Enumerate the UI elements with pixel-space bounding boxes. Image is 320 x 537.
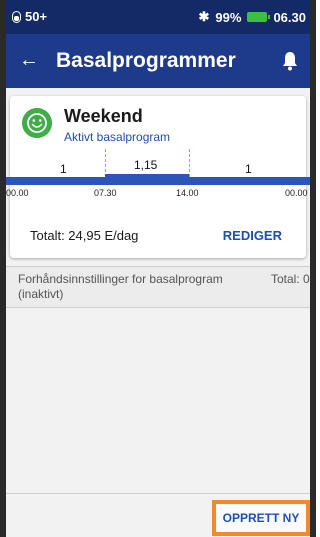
presets-section: Forhåndsinnstillinger for basalprogram T… <box>6 266 310 308</box>
page-title: Basalprogrammer <box>56 49 236 72</box>
app-bar: ← Basalprogrammer <box>6 34 310 88</box>
clock: 06.30 <box>273 9 306 25</box>
empty-area <box>6 308 310 494</box>
basal-rate-bar-high <box>105 174 189 185</box>
arrow-left-icon[interactable]: ← <box>16 48 42 72</box>
segment-divider <box>105 149 106 177</box>
segment-value: 1,15 <box>134 158 158 172</box>
battery-icon <box>247 12 271 22</box>
bottom-bar: OPPRETT NY <box>6 493 310 537</box>
battery-percent: 99% <box>215 9 242 25</box>
presets-title: Forhåndsinnstillinger for basalprogram <box>18 272 223 286</box>
presets-total: Total: 0 <box>271 272 310 286</box>
edit-button[interactable]: REDIGER <box>223 228 282 243</box>
time-label: 00.00 <box>285 188 308 198</box>
bell-icon[interactable] <box>282 51 298 71</box>
smiley-icon <box>22 108 52 138</box>
time-label: 00.00 <box>6 188 29 198</box>
segment-value: 1 <box>245 162 252 176</box>
daily-total: Totalt: 24,95 E/dag <box>30 228 139 243</box>
time-label: 07.30 <box>94 188 117 198</box>
status-bar: 50+ ✱ 99% 06.30 <box>6 0 310 34</box>
create-new-button[interactable]: OPPRETT NY <box>212 500 310 536</box>
status-right: ✱ 99% 06.30 <box>199 9 306 25</box>
pod-icon <box>12 10 21 23</box>
pod-label: 50+ <box>25 9 48 24</box>
time-label: 14.00 <box>176 188 199 198</box>
segment-value: 1 <box>60 162 67 176</box>
program-status: Aktivt basalprogram <box>64 130 171 144</box>
segment-divider <box>189 149 190 177</box>
status-left: 50+ <box>12 9 47 24</box>
presets-status: (inaktivt) <box>18 287 64 301</box>
bluetooth-icon: ✱ <box>198 9 210 24</box>
program-name: Weekend <box>64 106 143 126</box>
